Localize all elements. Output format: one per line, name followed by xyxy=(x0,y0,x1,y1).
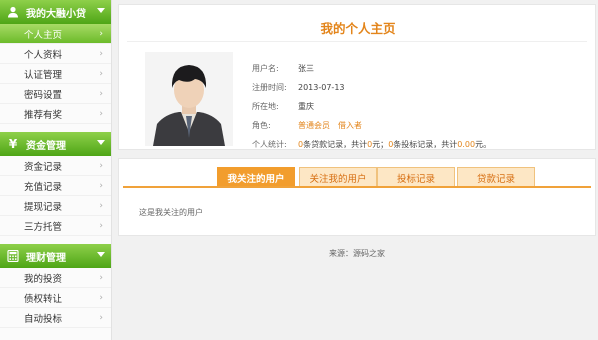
role-borrower: 借入者 xyxy=(338,121,362,130)
menu-label: 三方托管 xyxy=(24,221,63,233)
chevron-right-icon: › xyxy=(99,29,103,39)
bid-amount: 0.00 xyxy=(457,140,476,149)
sidebar-item-my-investments[interactable]: 我的投资 › xyxy=(0,268,111,288)
section-header-investment[interactable]: 理财管理 xyxy=(0,244,111,268)
sidebar-item-profile[interactable]: 个人资料 › xyxy=(0,44,111,64)
stats-row: 个人统计: 0 条贷款记录，共计 0 元； 0 条投标记录，共计 0.00 元。 xyxy=(252,135,491,154)
chevron-right-icon: › xyxy=(99,161,103,171)
register-row: 注册时间: 2013-07-13 xyxy=(252,78,491,97)
menu-label: 推荐有奖 xyxy=(24,109,63,121)
section-title: 资金管理 xyxy=(26,140,66,152)
register-label: 注册时间: xyxy=(252,83,287,92)
username-label: 用户名: xyxy=(252,64,279,73)
sidebar-item-recharge-records[interactable]: 充值记录 › xyxy=(0,176,111,196)
username-value: 张三 xyxy=(298,64,314,73)
menu-label: 认证管理 xyxy=(24,69,63,81)
yen-icon: ¥ xyxy=(8,137,18,151)
page-title: 我的个人主页 xyxy=(320,21,396,36)
chevron-right-icon: › xyxy=(99,49,103,59)
tab-loan-records[interactable]: 贷款记录 xyxy=(457,167,535,188)
menu-label: 自动投标 xyxy=(24,313,63,325)
menu-label: 密码设置 xyxy=(24,89,63,101)
menu-label: 债权转让 xyxy=(24,293,63,305)
location-label: 所在地: xyxy=(252,102,279,111)
sidebar-item-withdraw-records[interactable]: 提现记录 › xyxy=(0,196,111,216)
sidebar-item-auto-bid[interactable]: 自动投标 › xyxy=(0,308,111,328)
page-root: 我的大融小贷 个人主页 › 个人资料 › 认证管理 › 密码设置 › 推荐有奖 … xyxy=(0,0,598,340)
chevron-down-icon xyxy=(97,252,105,257)
register-date: 2013-07-13 xyxy=(298,83,345,92)
sidebar-item-fund-records[interactable]: 资金记录 › xyxy=(0,156,111,176)
menu-label: 提现记录 xyxy=(24,201,63,213)
sidebar-item-password[interactable]: 密码设置 › xyxy=(0,84,111,104)
profile-card: 我的个人主页 用户名: 张三 注册时间: 2013-07-13 所在地: 重庆 … xyxy=(118,4,596,150)
sidebar-item-debt-transfer[interactable]: 债权转让 › xyxy=(0,288,111,308)
role-label: 角色: xyxy=(252,121,271,130)
section-title: 我的大融小贷 xyxy=(26,8,86,20)
tabs-card: 我关注的用户 关注我的用户 投标记录 贷款记录 这是我关注的用户 xyxy=(118,158,596,236)
user-icon xyxy=(6,5,20,19)
tab-bid-records[interactable]: 投标记录 xyxy=(377,167,455,188)
tab-followers[interactable]: 关注我的用户 xyxy=(299,167,377,188)
location-row: 所在地: 重庆 xyxy=(252,97,491,116)
loan-text: 条贷款记录，共计 xyxy=(303,140,368,149)
chevron-right-icon: › xyxy=(99,181,103,191)
chevron-right-icon: › xyxy=(99,201,103,211)
menu-label: 资金记录 xyxy=(24,161,63,173)
bid-unit: 元。 xyxy=(475,140,492,149)
tab-content-text: 这是我关注的用户 xyxy=(139,208,203,217)
chevron-right-icon: › xyxy=(99,313,103,323)
stats-label: 个人统计: xyxy=(252,140,287,149)
chevron-right-icon: › xyxy=(99,273,103,283)
sidebar-item-referral[interactable]: 推荐有奖 › xyxy=(0,104,111,124)
chevron-right-icon: › xyxy=(99,89,103,99)
chevron-down-icon xyxy=(97,8,105,13)
sidebar-item-verification[interactable]: 认证管理 › xyxy=(0,64,111,84)
menu-label: 个人主页 xyxy=(24,29,63,41)
tab-underline xyxy=(123,186,591,188)
chevron-right-icon: › xyxy=(99,69,103,79)
sidebar-item-escrow[interactable]: 三方托管 › xyxy=(0,216,111,236)
username-row: 用户名: 张三 xyxy=(252,59,491,78)
spacer xyxy=(0,124,111,132)
role-member: 普通会员 xyxy=(298,121,330,130)
profile-info: 用户名: 张三 注册时间: 2013-07-13 所在地: 重庆 角色: 普通会… xyxy=(252,59,491,154)
section-header-funds[interactable]: ¥ 资金管理 xyxy=(0,132,111,156)
section-title: 理财管理 xyxy=(26,252,66,264)
role-row: 角色: 普通会员 借入者 xyxy=(252,116,491,135)
divider xyxy=(127,41,587,42)
sidebar-item-personal-home[interactable]: 个人主页 › xyxy=(0,24,111,44)
spacer xyxy=(0,236,111,244)
loan-unit: 元； xyxy=(372,140,389,149)
location-value: 重庆 xyxy=(298,102,314,111)
calculator-icon xyxy=(6,249,20,263)
chevron-right-icon: › xyxy=(99,221,103,231)
chevron-down-icon xyxy=(97,140,105,145)
menu-label: 充值记录 xyxy=(24,181,63,193)
avatar xyxy=(145,52,233,146)
tab-following[interactable]: 我关注的用户 xyxy=(217,167,295,188)
sidebar: 我的大融小贷 个人主页 › 个人资料 › 认证管理 › 密码设置 › 推荐有奖 … xyxy=(0,0,112,340)
bid-text: 条投标记录，共计 xyxy=(393,140,458,149)
chevron-right-icon: › xyxy=(99,109,103,119)
section-header-my-account[interactable]: 我的大融小贷 xyxy=(0,0,111,24)
chevron-right-icon: › xyxy=(99,293,103,303)
footer-source: 来源：源码之家 xyxy=(329,249,385,258)
menu-label: 个人资料 xyxy=(24,49,63,61)
menu-label: 我的投资 xyxy=(24,273,63,285)
